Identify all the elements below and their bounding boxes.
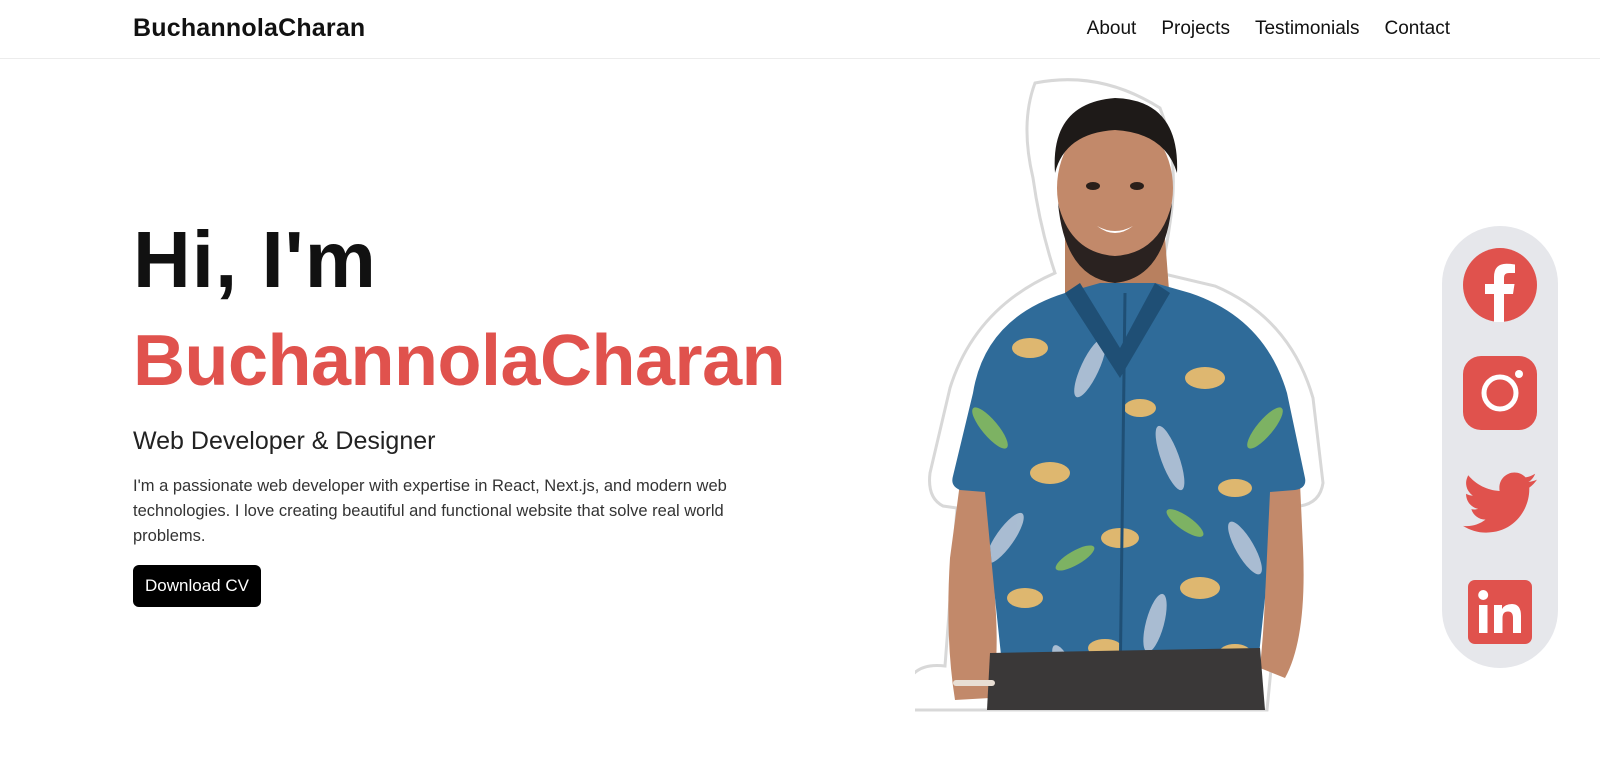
- hero-name: BuchannolaCharan: [133, 321, 786, 401]
- profile-photo: [905, 78, 1345, 728]
- nav-link-about[interactable]: About: [1087, 18, 1137, 40]
- top-navbar: BuchannolaCharan About Projects Testimon…: [0, 0, 1600, 59]
- twitter-icon[interactable]: [1463, 466, 1537, 540]
- hero-role: Web Developer & Designer: [133, 427, 436, 455]
- instagram-icon[interactable]: [1463, 356, 1537, 430]
- social-links-bar: [1442, 226, 1558, 668]
- hero-greeting: Hi, I'm: [133, 215, 377, 304]
- brand-logo[interactable]: BuchannolaCharan: [133, 14, 365, 43]
- hero-bio: I'm a passionate web developer with expe…: [133, 477, 727, 545]
- main-nav: About Projects Testimonials Contact: [1087, 18, 1450, 40]
- nav-link-testimonials[interactable]: Testimonials: [1255, 18, 1360, 40]
- download-cv-button[interactable]: Download CV: [133, 565, 261, 607]
- nav-link-projects[interactable]: Projects: [1161, 18, 1230, 40]
- facebook-icon[interactable]: [1463, 248, 1537, 322]
- nav-link-contact[interactable]: Contact: [1385, 18, 1450, 40]
- linkedin-icon[interactable]: [1463, 575, 1537, 649]
